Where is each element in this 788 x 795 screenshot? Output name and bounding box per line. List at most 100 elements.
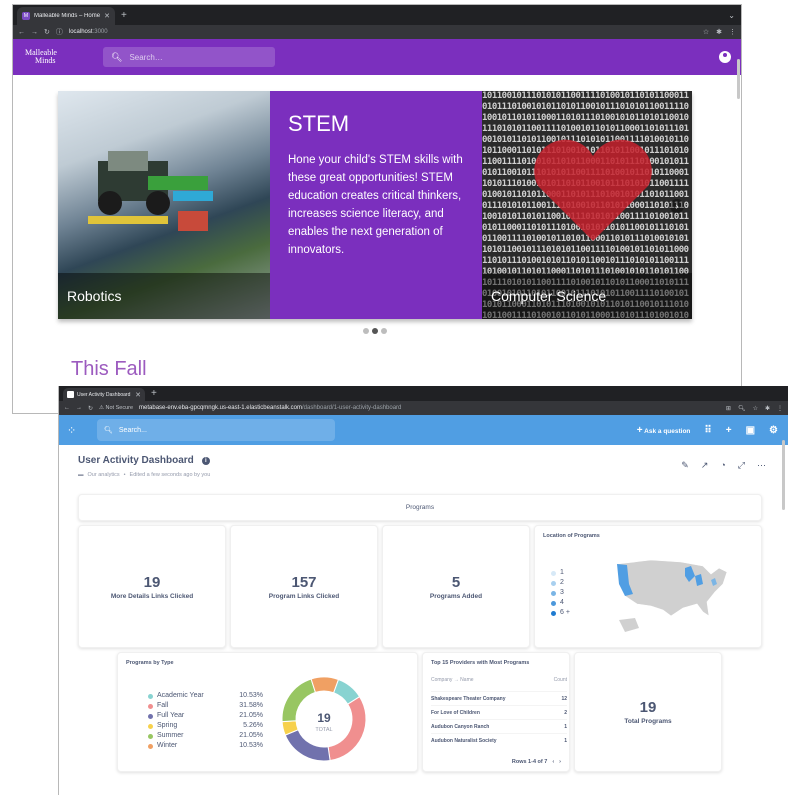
pager-text: Rows 1-4 of 7 <box>511 759 548 765</box>
plus-icon[interactable]: + <box>726 425 732 436</box>
dashboard-title: User Activity Dashboard <box>78 455 194 466</box>
grid-icon[interactable]: ⊞ <box>726 405 731 412</box>
metabase-logo-icon[interactable]: ⁘ <box>67 424 85 437</box>
table-row[interactable]: Audubon Canyon Ranch 1 <box>431 719 567 733</box>
reload-icon[interactable]: ↻ <box>88 405 93 412</box>
donut-chart[interactable]: 19 TOTAL <box>276 671 372 767</box>
close-tab-icon[interactable]: ✕ <box>135 391 141 399</box>
menu-icon[interactable]: ⋮ <box>729 28 736 36</box>
info-icon[interactable]: ⓘ <box>56 27 63 37</box>
reload-icon[interactable]: ↻ <box>44 28 50 36</box>
scrollbar[interactable] <box>737 59 740 99</box>
close-tab-icon[interactable]: ✕ <box>104 12 110 20</box>
donut-slice-winter[interactable] <box>310 676 340 694</box>
slide-robotics[interactable]: Robotics <box>58 91 270 319</box>
scrollbar[interactable] <box>782 440 785 510</box>
extensions-icon[interactable]: ✱ <box>765 405 770 412</box>
url-field[interactable]: localhost:3000 <box>69 29 108 35</box>
table-row[interactable]: Audubon Naturalist Society 1 <box>431 733 567 747</box>
slide-computer-science[interactable]: 1011001011101010110011110100101101011000… <box>482 91 692 319</box>
carousel[interactable]: Robotics STEM Hone your child's STEM ski… <box>58 91 692 319</box>
legend-label: 6 + <box>560 609 570 616</box>
cell-count: 12 <box>561 695 567 702</box>
pie-legend-item[interactable]: Winter 10.53% <box>148 741 263 751</box>
extensions-icon[interactable]: ✱ <box>716 28 722 36</box>
scalar-card-program-links[interactable]: 157 Program Links Clicked <box>230 525 378 648</box>
pie-legend-item[interactable]: Summer 21.05% <box>148 731 263 741</box>
clock-icon[interactable]: ◔ <box>720 460 725 471</box>
info-icon[interactable]: i <box>201 456 210 465</box>
pie-legend-item[interactable]: Fall 31.58% <box>148 701 263 711</box>
collection-link[interactable]: Our analytics <box>88 472 120 478</box>
search-icon: 🔍︎ <box>111 51 123 62</box>
search-input[interactable]: 🔍︎ Search… <box>103 47 275 67</box>
table-row[interactable]: Shakespeare Theater Company 12 <box>431 691 567 705</box>
pie-legend-item[interactable]: Full Year 21.05% <box>148 711 263 721</box>
header-actions: + Ask a question ⠿ + ▣ ⚙ <box>637 425 778 436</box>
logo[interactable]: Malleable Minds <box>25 49 71 65</box>
pager-prev-icon[interactable]: ‹ <box>552 759 554 765</box>
legend-label: 2 <box>560 579 564 586</box>
separator: • <box>123 472 126 478</box>
scalar-value: 5 <box>451 573 461 591</box>
back-icon[interactable]: ← <box>18 29 25 36</box>
scalar-card-details-links[interactable]: 19 More Details Links Clicked <box>78 525 226 648</box>
tab-strip: User Activity Dashboard · Dash ✕ + <box>59 386 788 401</box>
fullscreen-icon[interactable]: ⤢ <box>738 460 745 471</box>
pager-next-icon[interactable]: › <box>559 759 561 765</box>
cell-name: Audubon Canyon Ranch <box>431 723 490 730</box>
scalar-card-total-programs[interactable]: 19 Total Programs <box>574 652 722 772</box>
browser-window-malleable-minds: M Malleable Minds – Home ✕ + ⌄ ← → ↻ ⓘ l… <box>12 4 742 414</box>
scalar-card-programs-added[interactable]: 5 Programs Added <box>382 525 530 648</box>
donut-slice-fall[interactable] <box>327 696 367 762</box>
pencil-icon[interactable]: ✎ <box>681 460 689 471</box>
pie-card[interactable]: Programs by Type Academic Year 10.53% Fall… <box>117 652 418 772</box>
forward-icon[interactable]: → <box>31 29 38 36</box>
chevron-down-icon[interactable]: ⌄ <box>728 11 735 20</box>
search-input[interactable]: 🔍︎ Search... <box>97 419 335 441</box>
carousel-dot[interactable] <box>381 328 387 334</box>
star-icon[interactable]: ☆ <box>753 405 758 412</box>
ask-question-button[interactable]: + Ask a question <box>637 425 691 436</box>
star-icon[interactable]: ☆ <box>703 28 709 36</box>
legend-percent: 10.53% <box>239 742 263 749</box>
carousel-dot-active[interactable] <box>372 328 378 334</box>
pie-legend-item[interactable]: Academic Year 10.53% <box>148 691 263 701</box>
donut-slice-full-year[interactable] <box>284 729 331 762</box>
menu-icon[interactable]: ⋮ <box>777 405 783 412</box>
legend-swatch <box>551 600 556 606</box>
carousel-dot[interactable] <box>363 328 369 334</box>
providers-table-card[interactable]: Top 15 Providers with Most Programs Comp… <box>422 652 570 772</box>
donut-slice-summer[interactable] <box>281 678 317 723</box>
gear-icon[interactable]: ⚙ <box>769 425 778 436</box>
dashboard-actions: ✎ ↗ ◔ ⤢ ⋯ <box>681 460 766 471</box>
edited-text: Edited a few seconds ago by you <box>129 472 211 478</box>
calendar-icon[interactable]: ▣ <box>746 425 755 436</box>
new-tab-icon[interactable]: + <box>121 10 127 21</box>
map-legend: 1 2 3 4 6 + <box>551 568 570 618</box>
carousel-next-icon[interactable]: › <box>670 199 684 213</box>
donut-total-value: 19 <box>317 711 331 725</box>
browser-tab[interactable]: M Malleable Minds – Home ✕ <box>17 7 115 25</box>
url-field[interactable]: metabase-env.eba-gpcqmngk.us-east-1.elas… <box>139 405 401 411</box>
account-icon[interactable] <box>719 51 731 63</box>
pie-legend-item[interactable]: Spring 5.26% <box>148 721 263 731</box>
share-icon[interactable]: ↗ <box>701 460 709 471</box>
new-tab-icon[interactable]: + <box>151 388 157 399</box>
not-secure-badge[interactable]: ⚠ Not Secure <box>99 405 133 411</box>
slide-stem[interactable]: STEM Hone your child's STEM skills with … <box>270 91 482 319</box>
column-header-name[interactable]: Company → Name <box>431 677 474 683</box>
map-card[interactable]: Location of Programs 1 2 3 4 6 + <box>534 525 762 648</box>
url-host: metabase-env.eba-gpcqmngk.us-east-1.elas… <box>139 405 302 411</box>
legend-item: 2 <box>551 578 570 588</box>
forward-icon[interactable]: → <box>76 405 82 411</box>
column-header-count[interactable]: Count <box>554 677 567 683</box>
plus-icon: + <box>636 424 643 436</box>
grid-icon[interactable]: ⠿ <box>704 425 711 436</box>
zoom-icon[interactable]: 🔍︎ <box>738 405 746 412</box>
browser-tab[interactable]: User Activity Dashboard · Dash ✕ <box>63 388 145 401</box>
table-row[interactable]: For Love of Children 2 <box>431 705 567 719</box>
legend-label: 4 <box>560 599 564 606</box>
back-icon[interactable]: ← <box>64 405 70 411</box>
more-icon[interactable]: ⋯ <box>757 460 766 471</box>
